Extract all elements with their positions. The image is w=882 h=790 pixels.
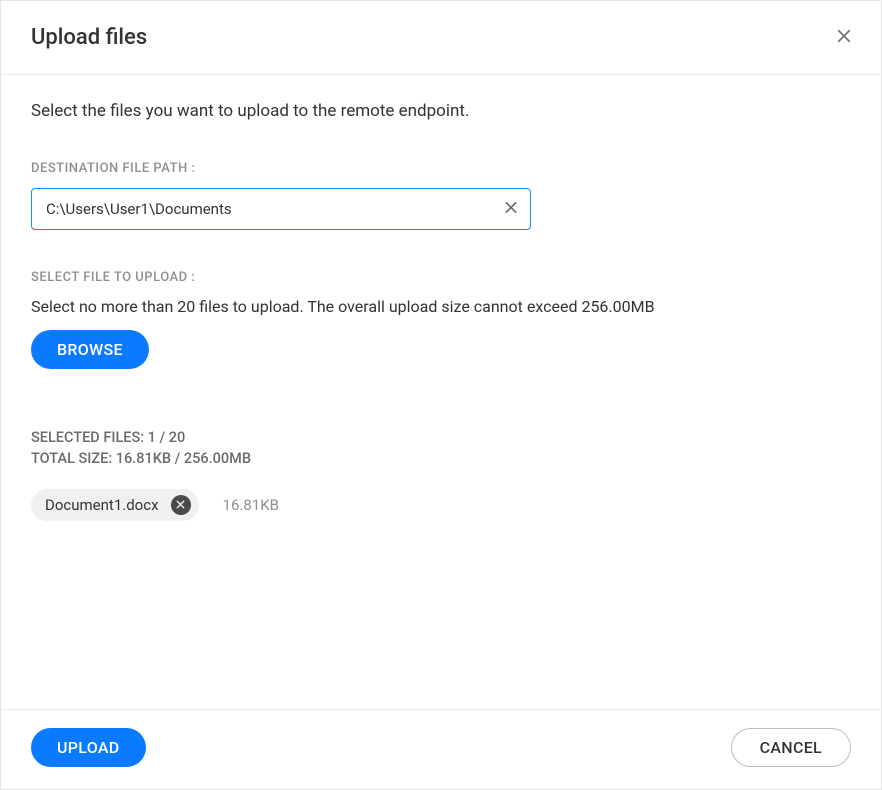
remove-file-button[interactable]	[171, 495, 191, 515]
destination-label: DESTINATION FILE PATH :	[31, 161, 851, 176]
total-size-summary: TOTAL SIZE: 16.81KB / 256.00MB	[31, 450, 851, 467]
destination-input[interactable]	[31, 188, 531, 230]
dialog-body: Select the files you want to upload to t…	[1, 75, 881, 709]
dialog-footer: UPLOAD CANCEL	[1, 709, 881, 789]
clear-input-button[interactable]	[501, 198, 521, 221]
upload-files-dialog: Upload files Select the files you want t…	[0, 0, 882, 790]
destination-input-wrap	[31, 188, 531, 230]
upload-button[interactable]: UPLOAD	[31, 728, 146, 767]
browse-button[interactable]: BROWSE	[31, 330, 149, 369]
selected-files-summary: SELECTED FILES: 1 / 20	[31, 429, 851, 446]
close-button[interactable]	[831, 23, 857, 52]
file-chip: Document1.docx	[31, 489, 199, 521]
file-name: Document1.docx	[45, 496, 159, 514]
intro-text: Select the files you want to upload to t…	[31, 101, 851, 121]
dialog-title: Upload files	[31, 25, 147, 50]
dialog-header: Upload files	[1, 1, 881, 75]
file-size: 16.81KB	[223, 496, 279, 514]
file-select-label: SELECT FILE TO UPLOAD :	[31, 270, 851, 285]
summary-block: SELECTED FILES: 1 / 20 TOTAL SIZE: 16.81…	[31, 429, 851, 467]
file-row: Document1.docx 16.81KB	[31, 489, 851, 521]
close-icon	[835, 27, 853, 48]
clear-icon	[503, 200, 519, 219]
cancel-button[interactable]: CANCEL	[731, 728, 851, 767]
file-select-hint: Select no more than 20 files to upload. …	[31, 297, 851, 316]
remove-icon	[175, 498, 186, 513]
